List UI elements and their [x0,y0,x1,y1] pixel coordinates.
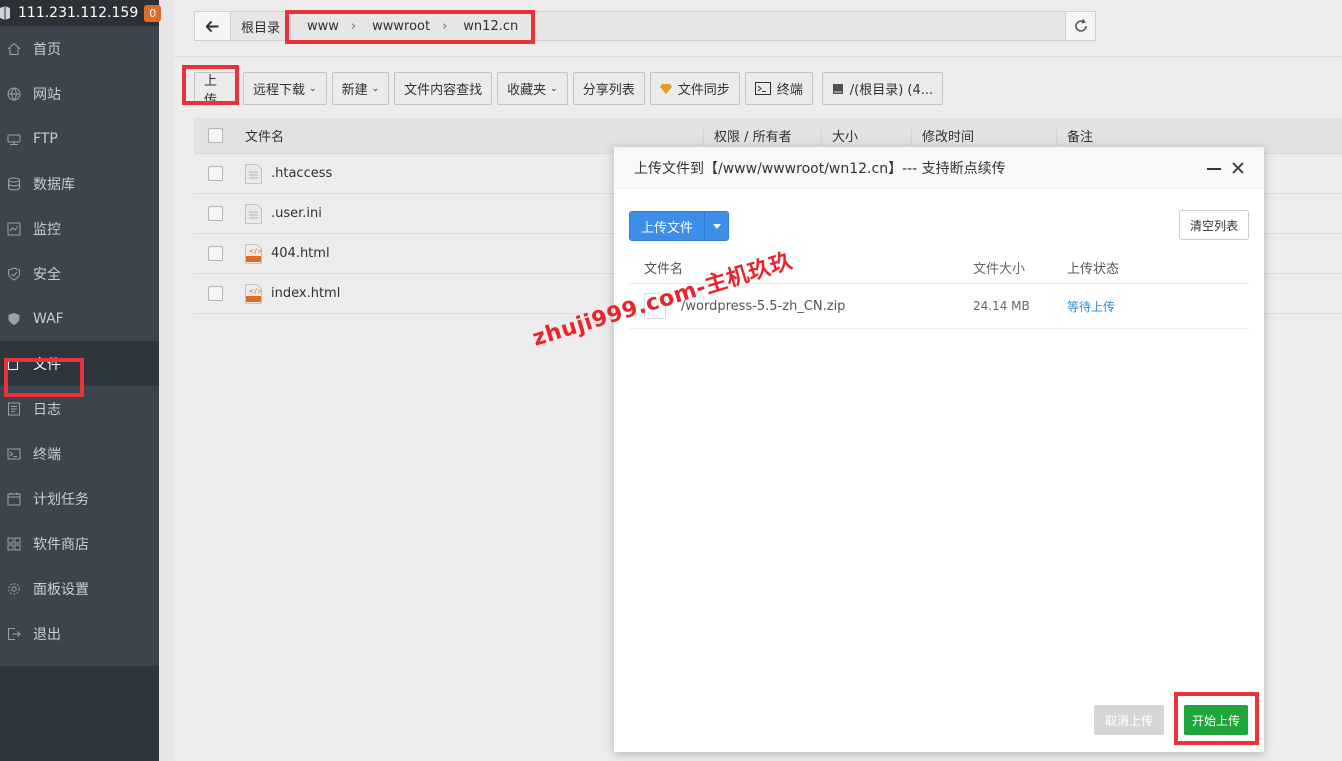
sidebar-item-6[interactable]: WAF [0,296,159,341]
log-icon [7,402,21,416]
sidebar-item-label: 网站 [33,86,61,103]
upload-col-size: 文件大小 [973,261,1026,277]
upload-col-status: 上传状态 [1067,261,1120,277]
waf-shield-icon [7,312,21,326]
dialog-title: 上传文件到【/www/wwwroot/wn12.cn】--- 支持断点续传 [634,160,1006,177]
server-ip: 111.231.112.159 [18,5,139,21]
clear-list-button[interactable]: 清空列表 [1178,210,1249,240]
folder-icon [7,357,21,371]
minimize-button[interactable] [1205,159,1223,177]
terminal-icon [7,447,21,461]
sidebar-item-label: 安全 [33,266,61,283]
sidebar-menu: 首页网站 FTP 数据库监控安全 WAF 文件日志终端计划任务软件商店面板设置退出 [0,26,159,656]
sidebar-item-label: 终端 [33,446,61,463]
globe-icon [7,87,21,101]
sidebar-item-label: 退出 [33,626,61,643]
upload-file-status: 等待上传 [1067,299,1116,314]
gear-icon [7,582,21,596]
sidebar-item-13[interactable]: 退出 [0,611,159,656]
dialog-actions: 上传文件 清空列表 [629,210,1249,241]
sidebar-item-label: FTP [33,130,58,147]
sidebar-item-8[interactable]: 日志 [0,386,159,431]
close-icon [1232,162,1244,174]
sidebar: 111.231.112.159 0 首页网站 FTP 数据库监控安全 WAF 文件日志终… [0,0,162,761]
upload-file-size: 24.14 MB [973,299,1030,313]
upload-col-name: 文件名 [644,261,684,277]
sidebar-item-0[interactable]: 首页 [0,26,159,71]
caret-down-icon [712,223,721,229]
close-button[interactable] [1229,159,1247,177]
shield-icon [7,266,21,281]
sidebar-item-5[interactable]: 安全 [0,251,159,296]
sidebar-item-12[interactable]: 面板设置 [0,566,159,611]
sidebar-item-label: WAF [33,310,64,327]
sidebar-item-label: 监控 [33,221,61,238]
apps-icon [7,537,21,551]
logout-icon [7,627,21,641]
sidebar-item-label: 日志 [33,401,61,418]
sidebar-item-label: 计划任务 [33,491,89,508]
sidebar-item-label: 面板设置 [33,581,89,598]
upload-file-button[interactable]: 上传文件 [629,211,730,241]
database-icon [7,177,21,191]
sidebar-item-7[interactable]: 文件 [0,341,159,386]
sidebar-item-3[interactable]: 数据库 [0,161,159,206]
minimize-icon [1207,168,1221,170]
ftp-icon [7,132,21,146]
sidebar-item-9[interactable]: 终端 [0,431,159,476]
dialog-header: 上传文件到【/www/wwwroot/wn12.cn】--- 支持断点续传 [614,147,1264,189]
cancel-upload-button[interactable]: 取消上传 [1094,705,1164,735]
sidebar-item-label: 数据库 [33,176,75,193]
upload-dropdown-toggle[interactable] [704,212,729,240]
start-upload-button[interactable]: 开始上传 [1184,705,1248,735]
monitor-icon [7,222,21,236]
sidebar-item-11[interactable]: 软件商店 [0,521,159,566]
sidebar-item-10[interactable]: 计划任务 [0,476,159,521]
server-header: 111.231.112.159 0 [0,0,162,26]
upload-file-label[interactable]: 上传文件 [630,212,705,240]
home-icon [7,42,21,56]
sidebar-item-label: 文件 [33,356,61,373]
sidebar-item-label: 软件商店 [33,536,89,553]
server-icon [0,6,10,20]
calendar-icon [7,492,21,506]
sidebar-item-1[interactable]: 网站 [0,71,159,116]
upload-dialog: 上传文件到【/www/wwwroot/wn12.cn】--- 支持断点续传 上传… [614,147,1264,752]
sidebar-item-4[interactable]: 监控 [0,206,159,251]
sidebar-item-2[interactable]: FTP [0,116,159,161]
sidebar-item-label: 首页 [33,41,61,58]
sidebar-footer [0,666,159,761]
